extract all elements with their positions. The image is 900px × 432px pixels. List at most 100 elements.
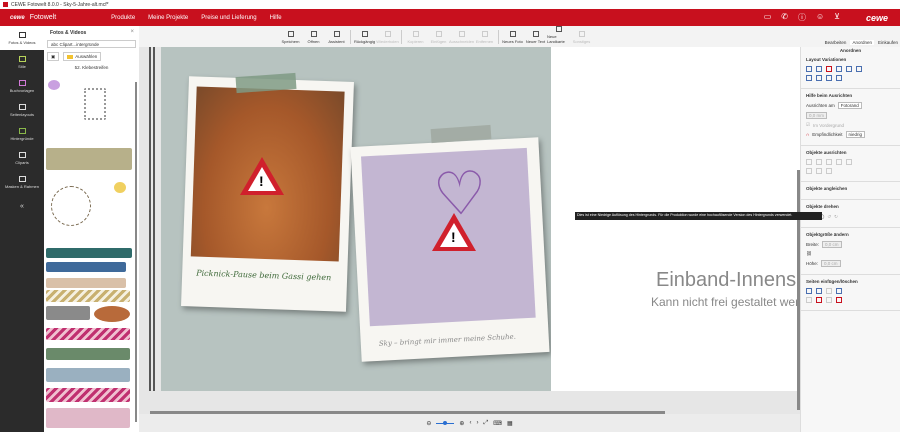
clipart-tape-magenta[interactable] <box>46 328 130 340</box>
user-icon[interactable]: ☺ <box>816 12 824 23</box>
align-middle-icon[interactable] <box>846 159 852 165</box>
copy-button[interactable]: Kopieren <box>404 31 427 44</box>
nav-stile[interactable]: Stile <box>0 50 44 74</box>
close-icon[interactable]: × <box>130 29 134 35</box>
menu-hilfe[interactable]: Hilfe <box>270 15 282 21</box>
delete-button[interactable]: Entfernen <box>473 31 496 44</box>
section-object-align[interactable]: Objekte ausrichten <box>806 150 895 155</box>
select-folder-button[interactable]: Auswählen <box>63 52 102 61</box>
collapse-button[interactable]: « <box>0 194 44 218</box>
remove-layout-icon[interactable] <box>826 66 832 72</box>
paste-button[interactable]: Einfügen <box>427 31 450 44</box>
left-page[interactable]: Picknick-Pause beim Gassi gehen ! ♡ Sky … <box>161 47 551 391</box>
undo-button[interactable]: Rückgängig <box>353 31 376 44</box>
chat-icon[interactable]: ▭ <box>764 12 772 23</box>
move-page-icon[interactable] <box>826 288 832 294</box>
align-left-icon[interactable] <box>806 159 812 165</box>
clipart-pin-yellow[interactable] <box>114 182 126 193</box>
insert-page-icon[interactable] <box>806 288 812 294</box>
section-pages[interactable]: Seiten einfügen/löschen <box>806 279 895 284</box>
delete-pages-icon[interactable] <box>836 297 842 303</box>
clipart-tape-blue[interactable] <box>46 262 126 272</box>
nav-buchvorlagen[interactable]: Buchvorlagen <box>0 74 44 98</box>
align-top-icon[interactable] <box>836 159 842 165</box>
insert-page-2-icon[interactable] <box>816 288 822 294</box>
new-map-button[interactable]: Neue Landkarte <box>547 26 570 44</box>
distribute-icon[interactable] <box>806 168 812 174</box>
distribute-h-icon[interactable] <box>826 168 832 174</box>
clipart-pin-purple[interactable] <box>48 80 60 90</box>
tab-anordnen[interactable]: Anordnen <box>850 40 874 45</box>
page-icon[interactable] <box>806 297 812 303</box>
align-v-icon[interactable] <box>856 66 862 72</box>
clipart-tape-pink[interactable] <box>46 278 126 288</box>
caption-pumpkin[interactable]: Picknick-Pause beim Gassi gehen <box>196 269 331 283</box>
phone-icon[interactable]: ✆ <box>781 12 788 23</box>
caption-heart[interactable]: Sky – bringt mir immer meine Schuhe. <box>379 333 516 348</box>
align-right-icon[interactable] <box>826 159 832 165</box>
clipart-tape-teal[interactable] <box>46 248 132 258</box>
align-h-icon[interactable] <box>846 66 852 72</box>
new-text-button[interactable]: Neuer Text <box>524 31 547 44</box>
nav-masken[interactable]: Masken & Rahmen <box>0 170 44 194</box>
section-object-match[interactable]: Objekte angleichen <box>806 186 895 191</box>
redo-button[interactable]: Wiederholen <box>376 31 399 44</box>
fit-icon[interactable]: ⤢ <box>483 420 488 427</box>
clipart-tape-pink2[interactable] <box>46 388 130 402</box>
zoom-slider[interactable] <box>436 420 455 425</box>
delete-page-icon[interactable] <box>816 297 822 303</box>
keyboard-icon[interactable]: ⌨ <box>493 420 502 427</box>
zoom-in-icon[interactable]: ⊕ <box>459 420 464 427</box>
prev-page-icon[interactable]: ‹ <box>469 420 471 426</box>
info-icon[interactable]: ⓘ <box>798 12 806 23</box>
layout-b-icon[interactable] <box>816 75 822 81</box>
clipart-tape-rose[interactable] <box>46 408 130 428</box>
menu-preise[interactable]: Preise und Lieferung <box>201 15 256 21</box>
clipart-adorable[interactable] <box>46 306 90 320</box>
align-at-select[interactable]: Fotorand <box>837 102 862 109</box>
distribute-v-icon[interactable] <box>816 168 822 174</box>
clipart-tape-grey[interactable] <box>46 368 130 382</box>
layout-d-icon[interactable] <box>836 75 842 81</box>
menu-projekte[interactable]: Meine Projekte <box>148 15 188 21</box>
import-button[interactable]: ▣ <box>47 52 60 61</box>
layout-a-icon[interactable] <box>806 75 812 81</box>
distance-input[interactable]: 0,0 mm <box>806 112 828 119</box>
tab-einkaufen[interactable]: Einkaufen <box>878 40 898 45</box>
sensitivity-select[interactable]: niedrig <box>845 131 866 138</box>
link-icon[interactable]: ⛓ <box>806 251 812 257</box>
layout-icon[interactable] <box>836 66 842 72</box>
editor-canvas[interactable]: Picknick-Pause beim Gassi gehen ! ♡ Sky … <box>139 47 828 414</box>
layout-c-icon[interactable] <box>826 75 832 81</box>
cut-button[interactable]: Ausschneiden <box>449 31 474 44</box>
pages-icon[interactable]: ▦ <box>507 420 513 427</box>
new-photo-button[interactable]: Neues Foto <box>501 31 524 44</box>
height-input[interactable]: 0,0 cm <box>821 260 841 267</box>
clipart-sticks[interactable] <box>51 186 91 226</box>
nav-seitenlayouts[interactable]: Seitenlayouts <box>0 98 44 122</box>
clipart-tape-green[interactable] <box>46 348 130 360</box>
rotate-right-icon[interactable]: ↻ <box>834 214 838 220</box>
rotate-left-icon[interactable]: ↺ <box>827 214 831 220</box>
clipart-pumpkin[interactable] <box>94 306 130 322</box>
shuffle-icon[interactable] <box>806 66 812 72</box>
cart-icon[interactable]: ⊻ <box>834 12 840 23</box>
move-page-2-icon[interactable] <box>836 288 842 294</box>
assistant-button[interactable]: Assistent <box>325 31 348 44</box>
clipart-clips[interactable] <box>84 88 106 120</box>
open-button[interactable]: Öffnen <box>302 31 325 44</box>
zoom-out-icon[interactable]: ⊖ <box>426 420 431 427</box>
panel-scrollbar[interactable] <box>135 82 137 422</box>
breadcrumb[interactable]: abc Clipart...intergründe <box>47 40 136 48</box>
width-input[interactable]: 0,0 cm <box>822 241 842 248</box>
section-rotate[interactable]: Objekte drehen <box>806 204 895 209</box>
checkbox-icon[interactable]: ☑ <box>806 122 810 128</box>
clipart-tape-beige[interactable] <box>46 148 132 170</box>
page-2-icon[interactable] <box>826 297 832 303</box>
nav-hintergruende[interactable]: Hintergründe <box>0 122 44 146</box>
menu-produkte[interactable]: Produkte <box>111 15 135 21</box>
nav-cliparts[interactable]: Cliparts <box>0 146 44 170</box>
nav-fotos[interactable]: Fotos & Videos <box>0 26 44 50</box>
save-button[interactable]: Speichern <box>279 31 302 44</box>
tab-bearbeiten[interactable]: Bearbeiten <box>825 40 847 45</box>
